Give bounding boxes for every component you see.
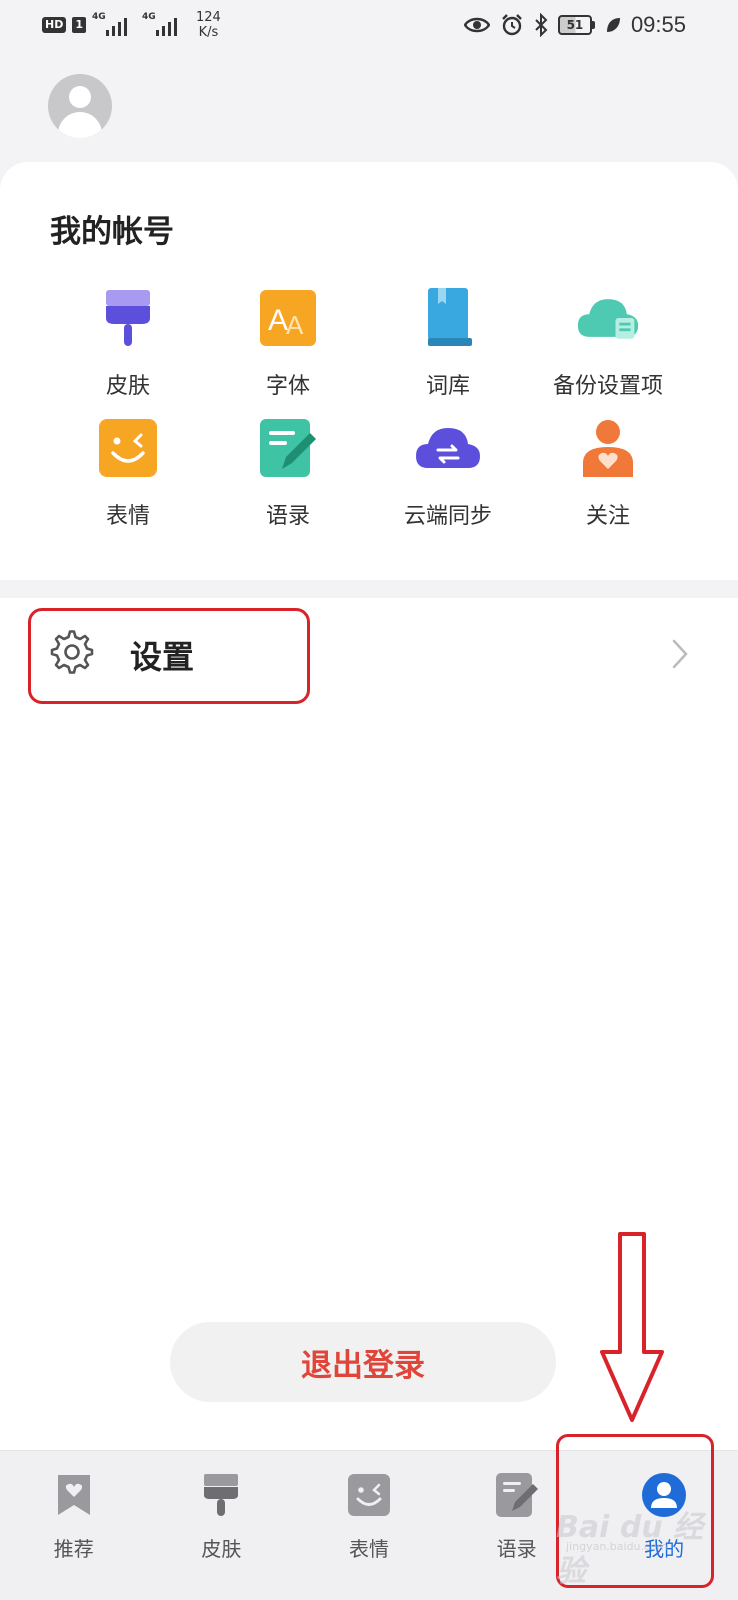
account-card: 我的帐号 皮肤 AA 字体 词库 备份设置项 表情 语录 云端同步 关注 (0, 162, 738, 580)
grid-item-font[interactable]: AA 字体 (208, 286, 368, 416)
tab-skin[interactable]: 皮肤 (148, 1451, 296, 1600)
bookmark-heart-icon (50, 1471, 98, 1519)
bluetooth-icon (535, 13, 548, 37)
tab-recommend[interactable]: 推荐 (0, 1451, 148, 1600)
avatar[interactable] (48, 74, 112, 138)
battery-level: 51 (557, 15, 592, 35)
down-arrow-annotation-icon (600, 1232, 664, 1422)
settings-highlight-annotation (28, 608, 310, 704)
wink-face-icon (345, 1471, 393, 1519)
font-icon: AA (256, 286, 320, 350)
cloud-sync-icon (416, 416, 480, 480)
grid-item-quotes[interactable]: 语录 (208, 416, 368, 536)
section-title: 我的帐号 (50, 214, 174, 250)
signal-icon: 4G (92, 12, 136, 38)
paint-brush-icon (96, 286, 160, 350)
watermark-logo: Bai du 经验 jingyan.baidu.com (556, 1510, 704, 1589)
svg-text:A: A (286, 310, 304, 340)
status-left: HD 1 4G 4G 124 K/s (42, 10, 221, 40)
section-divider (0, 580, 738, 598)
signal-icon: 4G (142, 12, 186, 38)
alarm-icon (502, 14, 522, 36)
clock: 09:55 (630, 12, 686, 37)
grid-item-follow[interactable]: 关注 (528, 416, 688, 536)
grid-item-emoji[interactable]: 表情 (48, 416, 208, 536)
status-right: 51 09:55 (463, 12, 686, 38)
chevron-right-icon (672, 639, 688, 669)
grid-item-cloud-sync[interactable]: 云端同步 (368, 416, 528, 536)
person-heart-icon (576, 416, 640, 480)
hd-badge: HD (42, 17, 67, 33)
network-speed: 124 K/s (196, 10, 221, 40)
wink-face-icon (96, 416, 160, 480)
paint-brush-icon (197, 1471, 245, 1519)
note-pen-icon (256, 416, 320, 480)
leaf-icon (606, 18, 620, 32)
battery-icon: 51 (557, 15, 595, 35)
cloud-backup-icon (576, 286, 640, 350)
grid-item-skin[interactable]: 皮肤 (48, 286, 208, 416)
book-icon (416, 286, 480, 350)
sim-badge: 1 (72, 17, 86, 33)
status-bar: HD 1 4G 4G 124 K/s 51 09:55 (0, 0, 738, 52)
svg-text:A: A (268, 304, 288, 337)
note-pen-icon (493, 1471, 541, 1519)
logout-button[interactable]: 退出登录 (170, 1322, 556, 1402)
eye-icon (463, 17, 490, 33)
grid-item-dictionary[interactable]: 词库 (368, 286, 528, 416)
grid-item-backup[interactable]: 备份设置项 (528, 286, 688, 416)
tab-emoji[interactable]: 表情 (295, 1451, 443, 1600)
account-grid: 皮肤 AA 字体 词库 备份设置项 表情 语录 云端同步 关注 (48, 286, 688, 536)
